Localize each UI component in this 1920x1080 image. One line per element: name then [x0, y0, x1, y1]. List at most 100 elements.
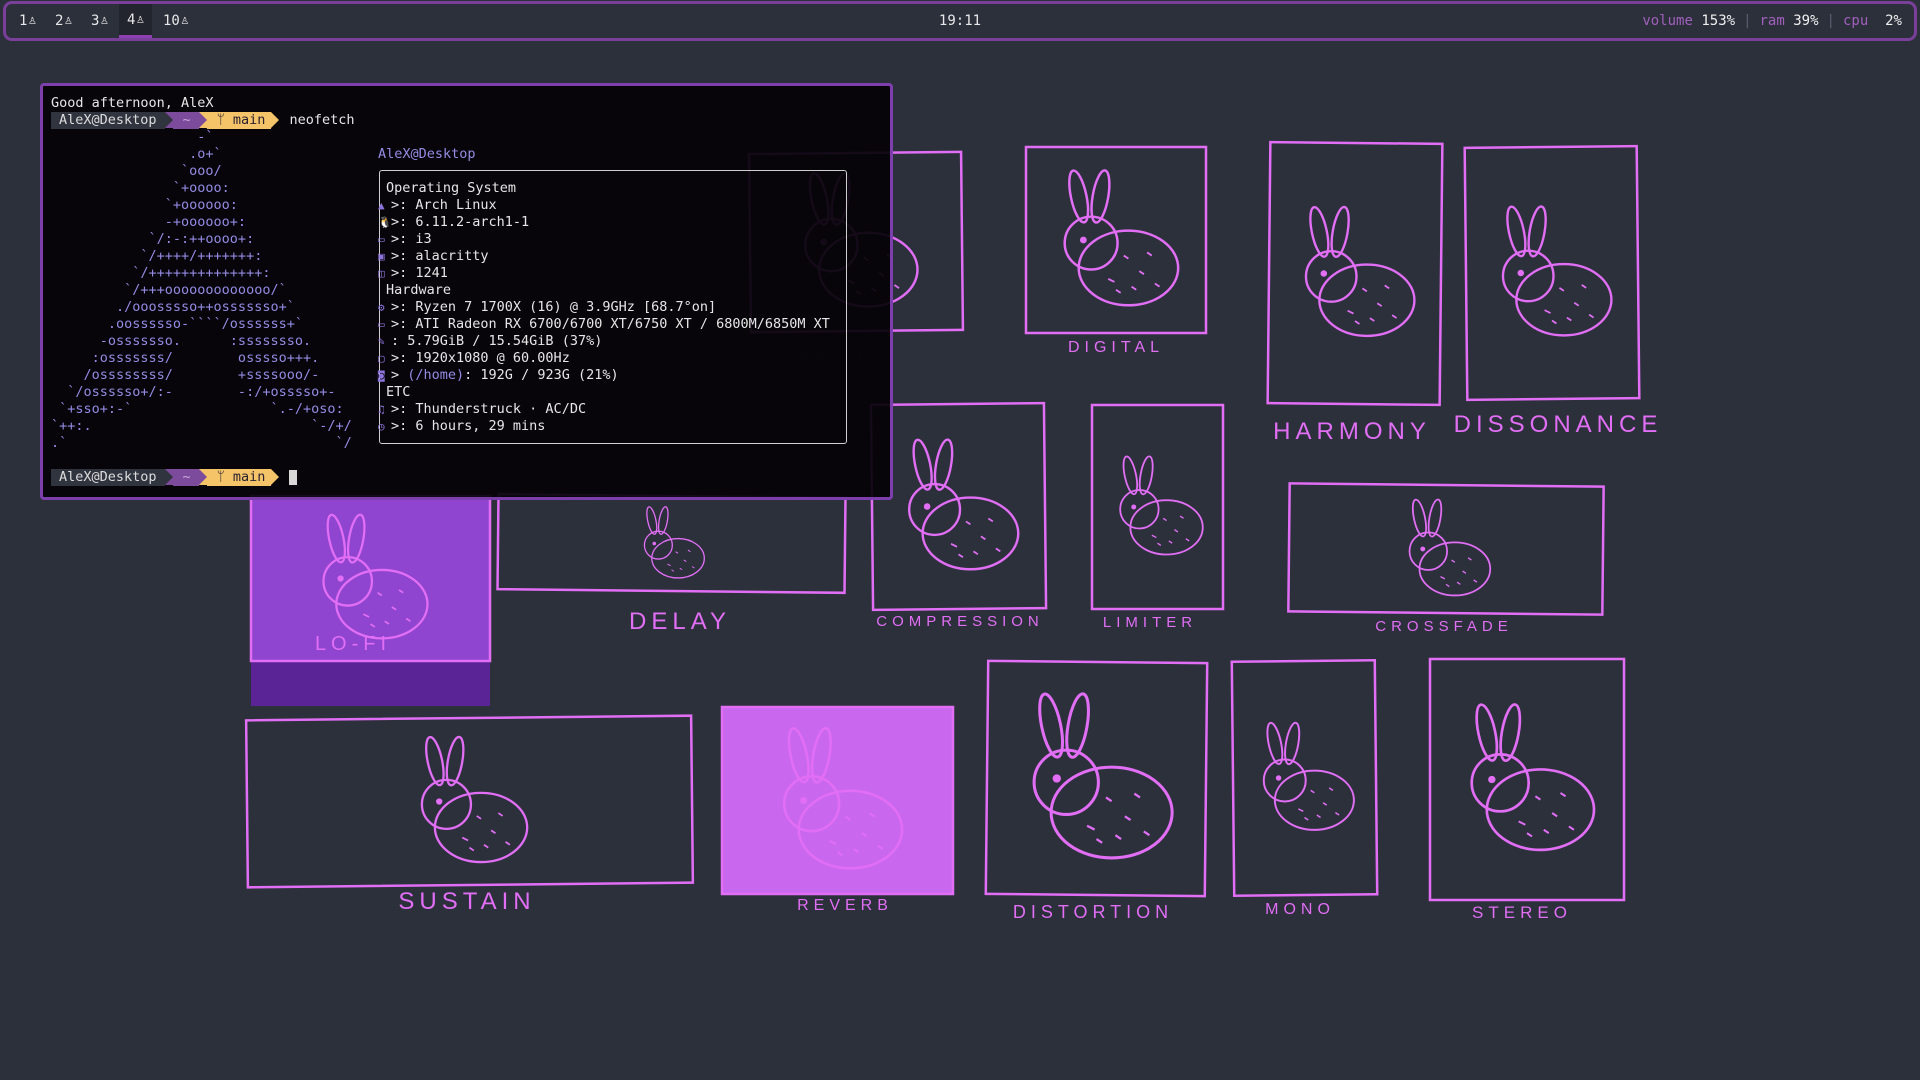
- art-label-lo-fi: LO-FI: [314, 633, 392, 655]
- ascii-line: `/+++ooooooooooooo/`: [51, 282, 287, 298]
- info-value: i3: [415, 231, 432, 247]
- info-value: ATI Radeon RX 6700/6700 XT/6750 XT / 680…: [415, 316, 830, 332]
- info-value: Arch Linux: [415, 197, 497, 213]
- section-header: ETC: [386, 384, 411, 400]
- rabbit-drawing-icon: [1501, 203, 1613, 337]
- tux-icon: 🐧: [378, 216, 392, 229]
- art-panel-compression: [869, 401, 1048, 612]
- info-row: ♫ >: Thunderstruck · AC/DC: [378, 401, 586, 418]
- info-value: 6.11.2-arch1-1: [415, 214, 530, 230]
- art-panel-mono: [1230, 658, 1379, 898]
- info-separator: >:: [391, 401, 416, 417]
- info-accent: (/home): [407, 367, 465, 383]
- info-row: ⚙ >: Ryzen 7 1700X (16) @ 3.9GHz [68.7°on…: [378, 299, 716, 316]
- rabbit-drawing-icon: [1063, 167, 1180, 307]
- clock: 19:11: [938, 13, 982, 29]
- ascii-line: .oossssso-````/ossssss+`: [51, 316, 303, 332]
- ascii-line: /ossssssss/ +ssssooo/-: [51, 367, 320, 383]
- rabbit-drawing-icon: [1304, 204, 1416, 338]
- art-panel-sustain: [244, 714, 695, 889]
- rabbit-drawing-icon: [1470, 701, 1596, 852]
- info-value: Ryzen 7 1700X (16) @ 3.9GHz [68.7°on]: [415, 299, 717, 315]
- info-value: alacritty: [415, 248, 489, 264]
- art-label-dissonance: DISSONANCE: [1453, 410, 1663, 438]
- info-value: 1241: [415, 265, 448, 281]
- info-row: ◙ > (/home): 192G / 923G (21%): [378, 367, 619, 384]
- memory-icon: ✎: [378, 335, 385, 348]
- package-icon: ◫: [378, 267, 385, 280]
- art-label-reverb: REVERB: [797, 897, 893, 915]
- info-separator: >:: [391, 231, 416, 247]
- prompt-dir: ~: [172, 112, 199, 129]
- prompt-git: ᛘ main: [206, 112, 272, 129]
- ascii-line: `/:-:++oooo+:: [51, 231, 255, 247]
- status-volume-value: 153%: [1701, 13, 1736, 29]
- info-separator: >:: [391, 214, 416, 230]
- info-row: ▣ >: alacritty: [378, 248, 489, 265]
- art-panel-limiter: [1090, 403, 1225, 611]
- ascii-line: .` `/: [51, 435, 352, 451]
- ascii-line: `+oooo:: [51, 180, 230, 196]
- info-separator: >:: [391, 350, 416, 366]
- info-row: 🐧>: 6.11.2-arch1-1: [378, 214, 529, 231]
- git-branch-icon: ᛘ: [216, 112, 233, 128]
- prompt-separator-icon: [164, 112, 173, 128]
- prompt-separator-icon: [164, 469, 173, 485]
- art-label-limiter: LIMITER: [1102, 614, 1198, 631]
- art-label-harmony: HARMONY: [1273, 417, 1431, 445]
- terminal-window[interactable]: Good afternoon, AleX AleX@Desktop ~ ᛘ ma…: [40, 83, 893, 500]
- ascii-line: `/ossssso+/:- -:/+osssso+-: [51, 384, 336, 400]
- art-panel-reverb: [720, 705, 955, 896]
- prompt-user: AleX@Desktop: [51, 469, 165, 486]
- prompt-git: ᛘ main: [206, 469, 272, 486]
- art-label-compression: COMPRESSION: [876, 613, 1044, 630]
- info-row: ▭ >: ATI Radeon RX 6700/6700 XT/6750 XT /…: [378, 316, 830, 333]
- prompt-dir: ~: [172, 469, 199, 486]
- art-panel-digital: [1024, 145, 1208, 335]
- status-cpu-value: 2%: [1876, 13, 1902, 29]
- art-label-crossfade: CROSSFADE: [1375, 618, 1513, 635]
- cpu-icon: ⚙: [378, 301, 385, 314]
- art-panel-lo-fi: [249, 494, 492, 706]
- system-status: volume 153% | ram 39% | cpu 2%: [1642, 4, 1902, 38]
- text-cursor[interactable]: [289, 470, 298, 485]
- shell-prompt-active[interactable]: AleX@Desktop ~ ᛘ main: [51, 469, 298, 486]
- info-row: ▢ >: 1920x1080 @ 60.00Hz: [378, 350, 570, 367]
- ascii-line: :osssssss/ osssso+++.: [51, 350, 320, 366]
- info-separator: >:: [391, 299, 416, 315]
- info-separator: >: [391, 367, 408, 383]
- info-row: ▭ >: i3: [378, 231, 432, 248]
- ascii-line: `/++++++++++++++:: [51, 265, 271, 281]
- info-separator: >:: [391, 265, 416, 281]
- art-panel-distortion: [984, 659, 1209, 898]
- gpu-icon: ▭: [378, 318, 385, 331]
- info-value: 6 hours, 29 mins: [415, 418, 546, 434]
- info-separator: >:: [391, 316, 416, 332]
- monitor-icon: ▢: [378, 352, 385, 365]
- art-panel-dissonance: [1463, 144, 1641, 402]
- info-value: : 192G / 923G (21%): [464, 367, 619, 383]
- section-header: Hardware: [386, 282, 452, 298]
- section-header: Operating System: [386, 180, 517, 196]
- window-icon: ▭: [378, 233, 385, 246]
- ascii-line: ./ooosssso++osssssso+`: [51, 299, 295, 315]
- info-separator: :: [391, 333, 408, 349]
- ascii-line: -osssssso. :ssssssso.: [51, 333, 312, 349]
- prompt-branch: main: [232, 112, 266, 128]
- art-label-distortion: DISTORTION: [1012, 902, 1174, 923]
- separator: |: [1743, 13, 1752, 29]
- prompt-separator-icon: [198, 469, 207, 485]
- shell-prompt: AleX@Desktop ~ ᛘ main neofetch: [51, 112, 354, 129]
- status-bar: 1 ♙ 2 ♙ 3 ♙ 4 ♙ 10 ♙ 19:11 volume 153% | ram 39% | cp…: [3, 1, 1917, 41]
- info-separator: >:: [391, 418, 416, 434]
- prompt-separator-icon: [271, 469, 280, 485]
- info-value: 5.79GiB / 15.54GiB (37%): [407, 333, 603, 349]
- art-label-delay: DELAY: [629, 607, 731, 635]
- rabbit-drawing-icon: [1262, 720, 1355, 831]
- status-volume-label: volume: [1642, 13, 1693, 29]
- art-label-stereo: STEREO: [1472, 902, 1572, 922]
- separator: |: [1826, 13, 1835, 29]
- rabbit-drawing-icon: [907, 437, 1020, 571]
- rabbit-drawing-icon: [643, 505, 705, 579]
- status-ram-label: ram: [1759, 13, 1785, 29]
